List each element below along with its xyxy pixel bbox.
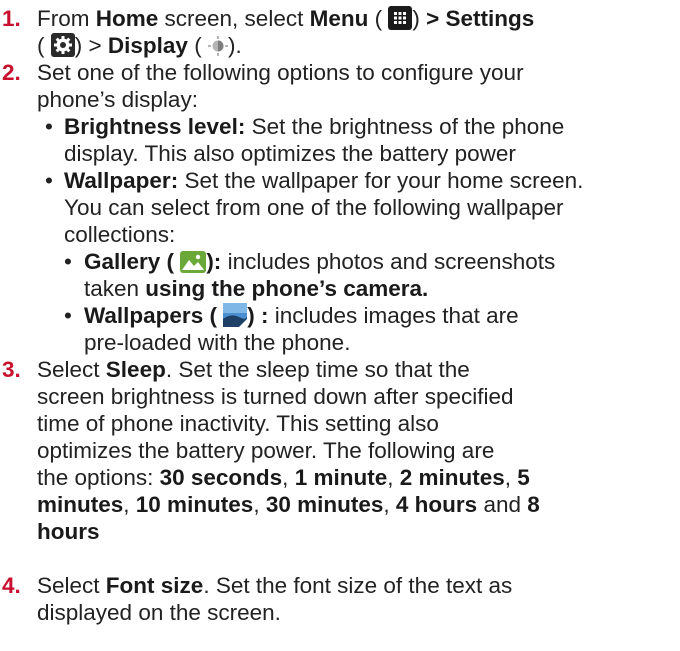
sleep-options-line-2: minutes, 10 minutes, 30 minutes, 4 hours… bbox=[37, 492, 540, 517]
display-brightness-icon bbox=[207, 35, 228, 57]
wallpaper-image-icon bbox=[223, 303, 248, 327]
wallpaper-label: Wallpaper: bbox=[64, 168, 179, 193]
menu-label: Menu bbox=[309, 6, 369, 31]
step-1-line-2: ( ) > Display (). bbox=[37, 33, 242, 58]
wallpapers-label: Wallpapers ( bbox=[84, 303, 217, 328]
step-2-line-1: Set one of the following options to conf… bbox=[37, 60, 524, 85]
home-label: Home bbox=[95, 6, 159, 31]
step-2-line-2: phone’s display: bbox=[37, 87, 198, 112]
sleep-options-line-1: the options: 30 seconds, 1 minute, 2 min… bbox=[37, 465, 530, 490]
font-size-label: Font size bbox=[105, 573, 204, 598]
gallery-label: Gallery ( bbox=[84, 249, 175, 274]
gallery-photo-icon bbox=[180, 251, 207, 273]
step-number: 1. bbox=[2, 6, 21, 31]
step-number: 3. bbox=[2, 357, 21, 382]
gear-icon bbox=[50, 33, 75, 57]
brightness-label: Brightness level: bbox=[64, 114, 246, 139]
instructions-document: 1. From Home screen, select Menu ( ) > S… bbox=[0, 0, 680, 651]
step-1-line-1: From Home screen, select Menu ( ) > Sett… bbox=[37, 6, 535, 31]
display-label: Display bbox=[107, 33, 188, 58]
menu-grid-icon bbox=[388, 6, 413, 30]
sleep-label: Sleep bbox=[105, 357, 166, 382]
settings-label: > Settings bbox=[426, 6, 535, 31]
step-number: 2. bbox=[2, 60, 21, 85]
step-number: 4. bbox=[2, 573, 21, 598]
